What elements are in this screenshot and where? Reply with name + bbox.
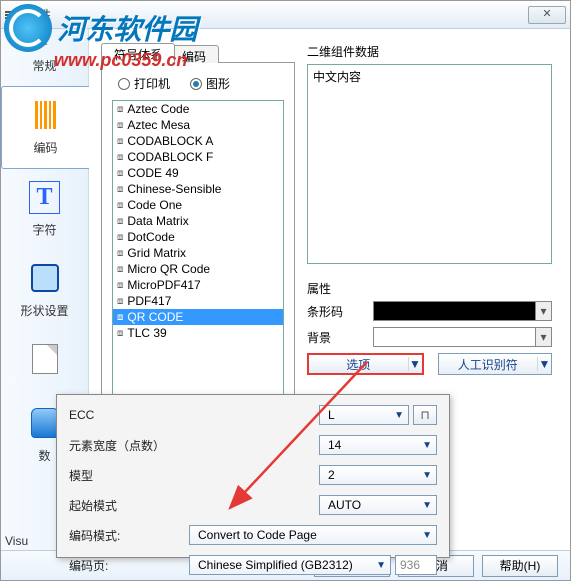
sidebar-item-char[interactable]: T 字符 (1, 169, 88, 250)
barcode-small-icon: ⧈ (117, 280, 123, 291)
chevron-down-icon: ▼ (416, 500, 432, 511)
sidebar-bottom-label: Visu (5, 534, 28, 548)
barcode-small-icon: ⧈ (117, 328, 123, 339)
barcode-small-icon: ⧈ (117, 136, 123, 147)
list-item[interactable]: ⧈CODABLOCK F (113, 149, 283, 165)
code-page-number[interactable] (395, 555, 437, 575)
code-page-combo[interactable]: Chinese Simplified (GB2312)▼ (189, 555, 391, 575)
barcode-small-icon: ⧈ (117, 184, 123, 195)
barcode-small-icon: ⧈ (117, 200, 123, 211)
tab-symbol[interactable]: 符号体系 (101, 43, 175, 64)
human-readable-button[interactable]: 人工识别符▼ (438, 353, 553, 375)
sidebar-item-label: 编码 (2, 139, 89, 156)
element-width-label: 元素宽度（点数） (69, 437, 189, 454)
barcode-icon (26, 95, 66, 135)
chevron-down-icon: ▼ (408, 357, 422, 371)
chevron-down-icon: ▼ (370, 560, 386, 571)
color-swatch (374, 302, 535, 320)
barcode-small-icon: ⧈ (117, 152, 123, 163)
list-item[interactable]: ⧈Aztec Code (113, 101, 283, 117)
list-item[interactable]: ⧈QR CODE (113, 309, 283, 325)
code-page-label: 编码页: (69, 557, 189, 574)
help-button[interactable]: 帮助(H) (482, 555, 558, 577)
tab-strip: 符号体系 编码 (101, 43, 295, 63)
start-mode-label: 起始模式 (69, 497, 189, 514)
sidebar-item-doc[interactable] (1, 331, 88, 395)
barcode-small-icon: ⧈ (117, 312, 123, 323)
tab-panel: 打印机 图形 ⧈Aztec Code⧈Aztec Mesa⧈CODABLOCK … (101, 62, 295, 421)
text-icon: T (25, 177, 65, 217)
radio-icon (118, 78, 130, 90)
model-label: 模型 (69, 467, 189, 484)
list-item[interactable]: ⧈CODE 49 (113, 165, 283, 181)
close-button[interactable]: ✕ (528, 6, 566, 24)
barcode-color-label: 条形码 (307, 303, 367, 320)
barcode-icon (5, 7, 21, 23)
titlebar: 属性 ✕ (1, 1, 570, 29)
barcode-small-icon: ⧈ (117, 120, 123, 131)
sidebar-item-shape[interactable]: 形状设置 (1, 250, 88, 331)
list-item[interactable]: ⧈MicroPDF417 (113, 277, 283, 293)
chevron-down-icon: ▼ (416, 530, 432, 541)
list-item[interactable]: ⧈DotCode (113, 229, 283, 245)
list-item[interactable]: ⧈Aztec Mesa (113, 117, 283, 133)
sidebar-item-label: 形状设置 (1, 302, 88, 319)
chevron-down-icon: ▼ (416, 470, 432, 481)
document-icon (25, 339, 65, 379)
sidebar-item-label: 常规 (1, 57, 88, 74)
list-item[interactable]: ⧈Chinese-Sensible (113, 181, 283, 197)
sidebar-item-general[interactable]: 常规 (1, 49, 88, 86)
symbology-listbox[interactable]: ⧈Aztec Code⧈Aztec Mesa⧈CODABLOCK A⧈CODAB… (112, 100, 284, 412)
element-width-combo[interactable]: 14▼ (319, 435, 437, 455)
list-item[interactable]: ⧈Micro QR Code (113, 261, 283, 277)
shape-icon (25, 258, 65, 298)
radio-icon (190, 78, 202, 90)
properties-label: 属性 (307, 280, 552, 297)
options-button[interactable]: 选项▼ (307, 353, 424, 375)
radio-printer[interactable]: 打印机 (118, 75, 170, 92)
barcode-color-picker[interactable]: ▾ (373, 301, 552, 321)
chevron-down-icon: ▾ (535, 328, 551, 346)
barcode-small-icon: ⧈ (117, 296, 123, 307)
chevron-down-icon: ▼ (537, 357, 551, 371)
start-mode-combo[interactable]: AUTO▼ (319, 495, 437, 515)
data-textarea[interactable]: 中文内容 (307, 64, 552, 264)
list-item[interactable]: ⧈Data Matrix (113, 213, 283, 229)
chevron-down-icon: ▼ (388, 410, 404, 421)
background-color-picker[interactable]: ▾ (373, 327, 552, 347)
list-item[interactable]: ⧈Grid Matrix (113, 245, 283, 261)
list-item[interactable]: ⧈TLC 39 (113, 325, 283, 341)
tab-encoding[interactable]: 编码 (169, 45, 219, 63)
color-swatch (374, 328, 535, 346)
barcode-small-icon: ⧈ (117, 104, 123, 115)
pin-button[interactable]: ⊓ (413, 405, 437, 425)
sidebar-item-encoding[interactable]: 编码 (1, 86, 89, 169)
list-item[interactable]: ⧈PDF417 (113, 293, 283, 309)
list-item[interactable]: ⧈CODABLOCK A (113, 133, 283, 149)
background-color-label: 背景 (307, 329, 367, 346)
sidebar-item-label: 字符 (1, 221, 88, 238)
list-item[interactable]: ⧈Code One (113, 197, 283, 213)
encode-mode-label: 编码模式: (69, 527, 189, 544)
ecc-combo[interactable]: L▼ (319, 405, 409, 425)
barcode-small-icon: ⧈ (117, 264, 123, 275)
data-section-label: 二维组件数据 (307, 43, 552, 60)
barcode-small-icon: ⧈ (117, 216, 123, 227)
barcode-small-icon: ⧈ (117, 232, 123, 243)
chevron-down-icon: ▼ (416, 440, 432, 451)
encode-mode-combo[interactable]: Convert to Code Page▼ (189, 525, 437, 545)
barcode-small-icon: ⧈ (117, 168, 123, 179)
radio-graphic[interactable]: 图形 (190, 75, 230, 92)
model-combo[interactable]: 2▼ (319, 465, 437, 485)
window-title: 属性 (27, 6, 51, 23)
chevron-up-icon[interactable]: ▲ (1, 37, 88, 49)
chevron-down-icon: ▾ (535, 302, 551, 320)
options-popup: ECC L▼ ⊓ 元素宽度（点数） 14▼ 模型 2▼ 起始模式 AUTO▼ 编… (56, 394, 450, 558)
barcode-small-icon: ⧈ (117, 248, 123, 259)
ecc-label: ECC (69, 408, 189, 422)
